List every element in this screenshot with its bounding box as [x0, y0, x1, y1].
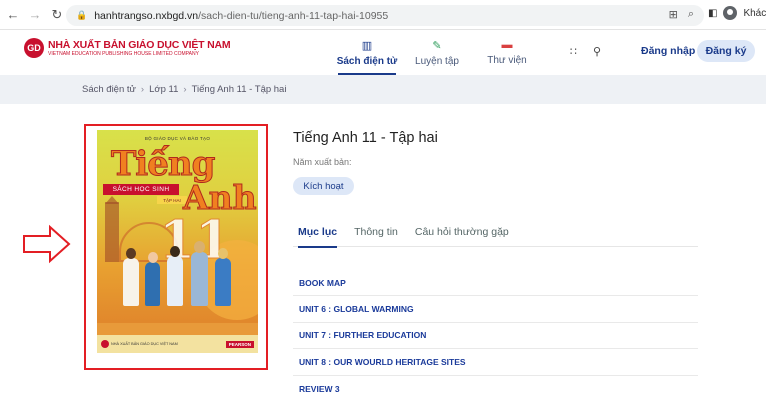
nav-practice[interactable]: ✎ Luyện tập	[402, 30, 472, 75]
cover-partner: PEARSON	[225, 340, 254, 348]
nav-ebooks[interactable]: ▥ Sách điện tử	[332, 30, 402, 75]
url-host: hanhtrangso.nxbgd.vn	[94, 9, 199, 22]
student-figure	[191, 252, 208, 306]
book-title: Tiếng Anh 11 - Tập hai	[293, 130, 438, 146]
nav-ebooks-label: Sách điện tử	[336, 55, 398, 67]
logo-mark: GD	[24, 38, 44, 58]
toc-item[interactable]: UNIT 8 : OUR WOURLD HERITAGE SITES	[293, 349, 698, 376]
tab-faq[interactable]: Câu hỏi thường gặp	[410, 222, 515, 247]
publisher-logo-icon	[101, 340, 109, 348]
student-figure	[123, 258, 139, 306]
nav-practice-label: Luyện tập	[415, 55, 459, 67]
logo-subtitle: VIETNAM EDUCATION PUBLISHING HOUSE LIMIT…	[48, 51, 199, 57]
cover-ministry: BỘ GIÁO DỤC VÀ ĐÀO TẠO	[144, 136, 211, 141]
nav-library[interactable]: ▬ Thư viện	[472, 30, 542, 75]
zoom-icon[interactable]: ⌕	[688, 8, 694, 21]
toc-item[interactable]: UNIT 7 : FURTHER EDUCATION	[293, 323, 698, 350]
apps-grid-icon[interactable]: ∷	[570, 45, 577, 58]
publication-year-label: Năm xuất bản:	[293, 157, 352, 167]
lock-icon: 🔒	[76, 10, 88, 20]
register-button[interactable]: Đăng ký	[697, 40, 755, 62]
main-nav: ▥ Sách điện tử ✎ Luyện tập ▬ Thư viện	[332, 30, 542, 75]
login-link[interactable]: Đăng nhập	[641, 45, 695, 57]
book-icon: ▥	[361, 39, 373, 52]
student-figure	[145, 262, 160, 306]
address-bar[interactable]: 🔒 hanhtrangso.nxbgd.vn /sach-dien-tu/tie…	[66, 5, 704, 26]
student-figure	[167, 256, 183, 306]
breadcrumb-current: Tiếng Anh 11 - Tập hai	[191, 84, 287, 95]
publisher-logo[interactable]: GD NHÀ XUẤT BẢN GIÁO DỤC VIỆT NAM VIETNA…	[24, 38, 231, 58]
profile-label[interactable]: Khách	[743, 8, 766, 19]
cover-footer: NHÀ XUẤT BẢN GIÁO DỤC VIỆT NAM PEARSON	[97, 335, 258, 353]
cover-publisher: NHÀ XUẤT BẢN GIÁO DỤC VIỆT NAM	[111, 342, 178, 346]
student-figure	[215, 258, 231, 306]
toc-item[interactable]: REVIEW 3	[293, 376, 698, 402]
library-icon: ▬	[501, 39, 513, 51]
book-cover[interactable]: BỘ GIÁO DỤC VÀ ĐÀO TẠO Tiếng SÁCH HỌC SI…	[97, 130, 258, 353]
back-icon[interactable]: ←	[4, 6, 22, 24]
search-icon[interactable]: ⚲	[593, 45, 601, 58]
breadcrumb-item[interactable]: Lớp 11	[149, 84, 178, 95]
chevron-right-icon: ›	[140, 84, 145, 95]
toc-item[interactable]: BOOK MAP	[293, 270, 698, 297]
profile-icon[interactable]	[723, 6, 738, 20]
nav-library-label: Thư viện	[487, 55, 527, 66]
activate-button[interactable]: Kích hoạt	[293, 177, 354, 195]
forward-icon[interactable]: →	[26, 6, 44, 24]
breadcrumb-item[interactable]: Sách điện tử	[82, 84, 136, 95]
reload-icon[interactable]: ↻	[48, 6, 66, 24]
tab-contents[interactable]: Mục lục	[293, 222, 343, 248]
toc-item[interactable]: UNIT 6 : GLOBAL WARMING	[293, 296, 698, 323]
site-header: GD NHÀ XUẤT BẢN GIÁO DỤC VIỆT NAM VIETNA…	[0, 30, 766, 75]
url-path: /sach-dien-tu/tieng-anh-11-tap-hai-10955	[198, 9, 389, 22]
table-of-contents: BOOK MAP UNIT 6 : GLOBAL WARMING UNIT 7 …	[293, 270, 698, 402]
browser-toolbar: ← → ↻ 🔒 hanhtrangso.nxbgd.vn /sach-dien-…	[0, 0, 766, 30]
breadcrumb: Sách điện tử › Lớp 11 › Tiếng Anh 11 - T…	[0, 75, 766, 104]
chevron-right-icon: ›	[183, 84, 187, 95]
logo-name: NHÀ XUẤT BẢN GIÁO DỤC VIỆT NAM	[48, 39, 231, 51]
qr-icon[interactable]: ⊞	[669, 8, 678, 21]
tab-info[interactable]: Thông tin	[349, 222, 404, 247]
arrow-right-icon	[23, 224, 71, 264]
pen-icon: ✎	[432, 39, 442, 52]
book-tabs: Mục lục Thông tin Câu hỏi thường gặp	[293, 222, 698, 248]
cover-subtitle: SÁCH HỌC SINH	[103, 184, 179, 195]
sidepanel-icon[interactable]: ◧	[708, 8, 717, 19]
